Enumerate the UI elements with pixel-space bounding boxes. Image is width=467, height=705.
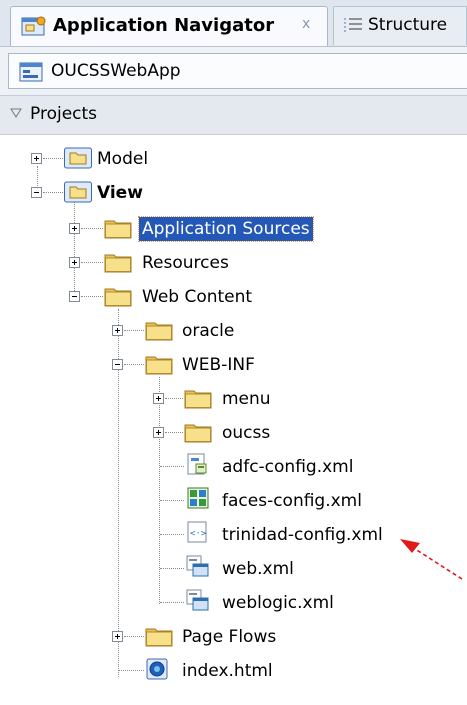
application-icon: [19, 62, 43, 82]
project-tree: Model View Application Sources Resources…: [0, 135, 467, 705]
application-navigator-icon: [21, 16, 46, 36]
structure-icon: [344, 18, 362, 33]
tab-strip: Application Navigator x Structure: [0, 0, 467, 47]
application-selector[interactable]: OUCSSWebApp: [8, 53, 467, 89]
tab-structure[interactable]: Structure: [333, 6, 467, 45]
application-name: OUCSSWebApp: [51, 61, 181, 81]
application-bar: OUCSSWebApp: [0, 47, 467, 96]
projects-header[interactable]: Projects: [0, 96, 467, 135]
projects-label: Projects: [30, 104, 98, 124]
tab-title: Application Navigator: [53, 15, 275, 36]
collapse-triangle-icon[interactable]: [10, 107, 22, 119]
tab-application-navigator[interactable]: Application Navigator x: [10, 6, 328, 46]
close-icon[interactable]: x: [302, 16, 310, 32]
tab-title: Structure: [368, 15, 448, 35]
annotation-arrow-icon: [400, 539, 463, 580]
